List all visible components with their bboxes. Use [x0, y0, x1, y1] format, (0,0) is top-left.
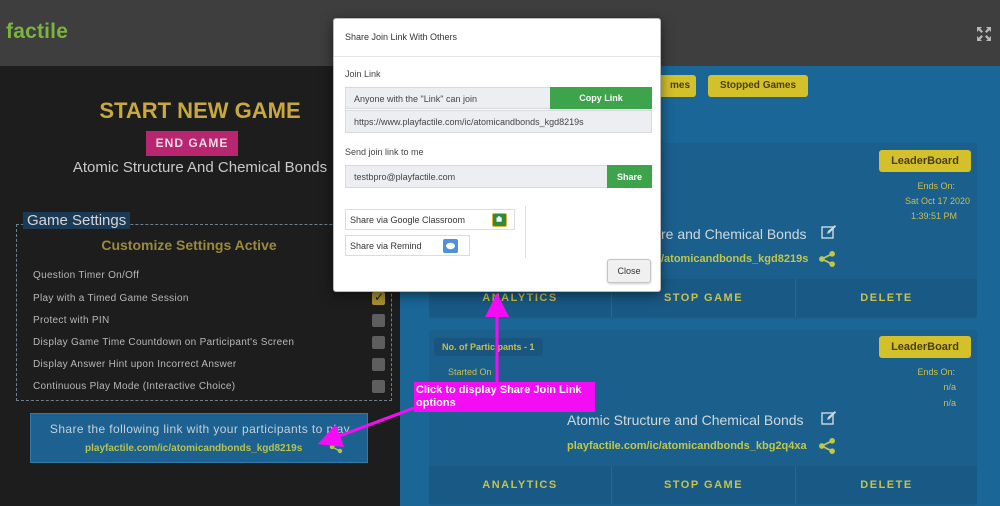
email-field[interactable]: testbpro@playfactile.com	[345, 165, 608, 188]
modal-divider	[334, 56, 660, 57]
send-link-label: Send join link to me	[345, 147, 424, 157]
link-access-info: Anyone with the "Link" can join	[345, 87, 551, 109]
google-classroom-icon	[492, 213, 507, 227]
share-remind-label: Share via Remind	[350, 241, 422, 251]
share-remind-button[interactable]: Share via Remind	[345, 235, 470, 256]
join-url: https://www.playfactile.com/ic/atomicand…	[354, 117, 584, 127]
close-button[interactable]: Close	[607, 259, 651, 283]
email-value: testbpro@playfactile.com	[354, 172, 456, 182]
modal-title: Share Join Link With Others	[345, 32, 458, 42]
share-google-classroom-button[interactable]: Share via Google Classroom	[345, 209, 515, 230]
share-options-divider	[525, 206, 526, 258]
join-url-field[interactable]: https://www.playfactile.com/ic/atomicand…	[345, 110, 652, 133]
annotation-callout: Click to display Share Join Link options	[414, 382, 595, 412]
link-access-text: Anyone with the "Link" can join	[354, 94, 477, 104]
join-link-label: Join Link	[345, 69, 381, 79]
remind-icon	[443, 239, 458, 253]
share-join-link-modal: Share Join Link With Others Join Link An…	[333, 18, 661, 292]
share-google-label: Share via Google Classroom	[350, 215, 466, 225]
share-email-button[interactable]: Share	[607, 165, 652, 188]
copy-link-button[interactable]: Copy Link	[550, 87, 652, 109]
